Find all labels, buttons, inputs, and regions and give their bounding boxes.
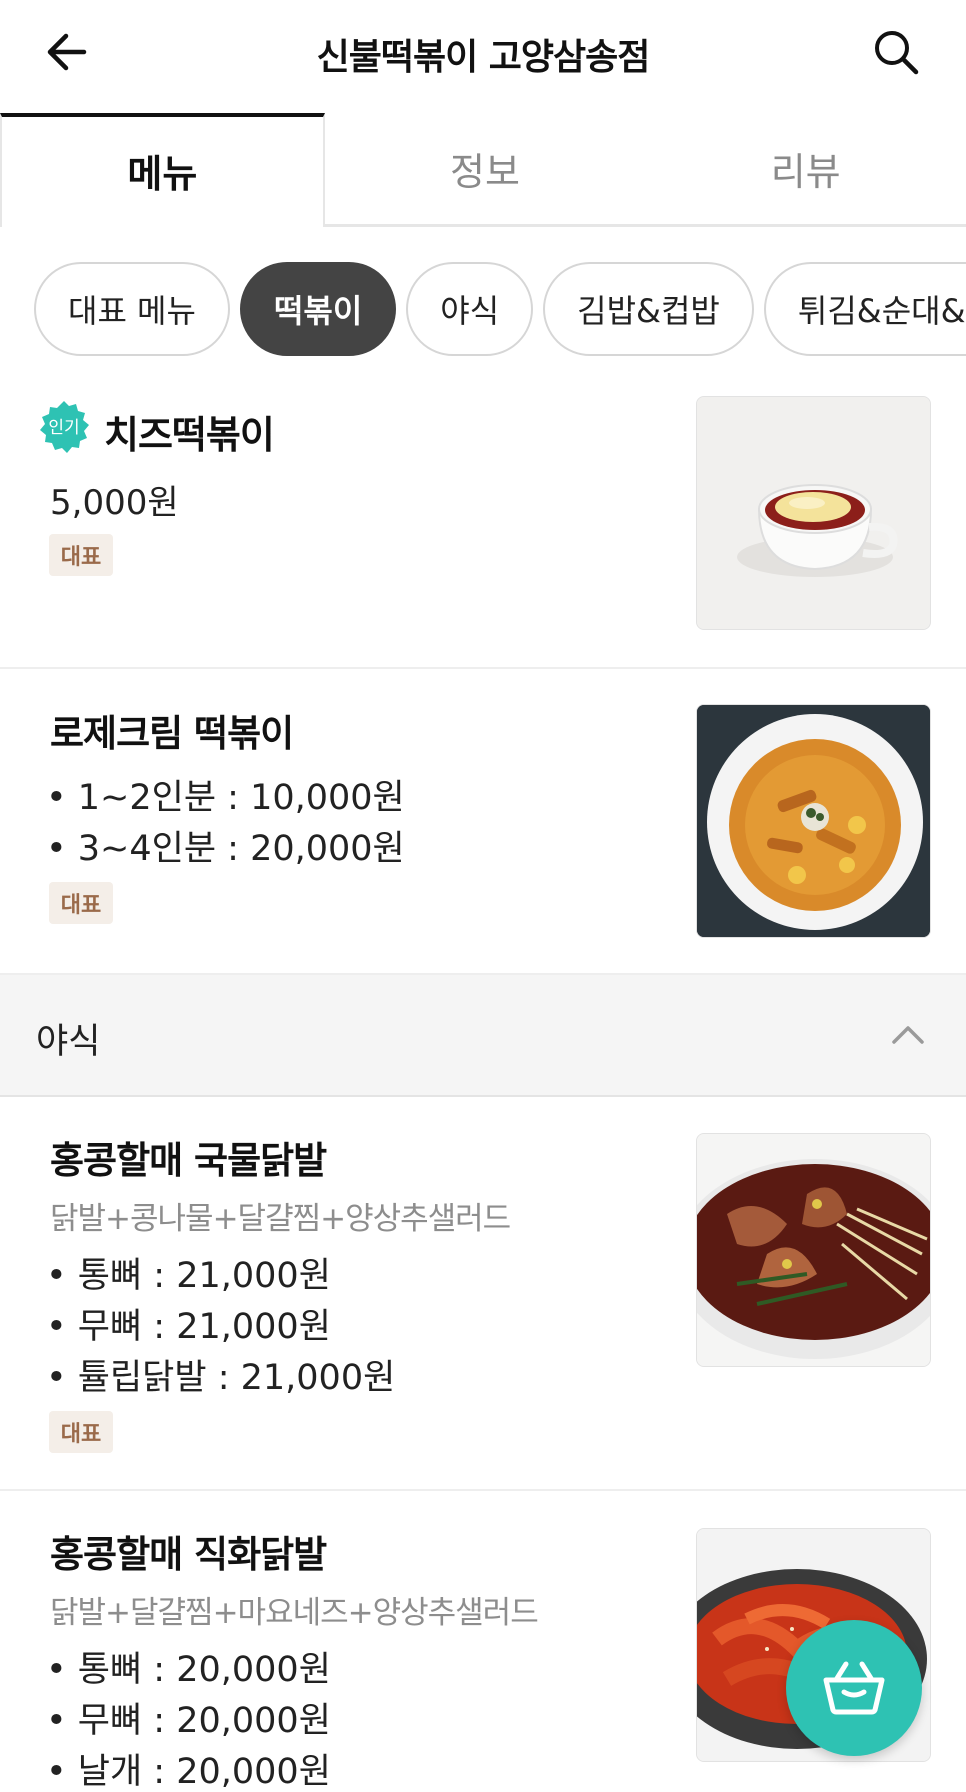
signature-badge: 대표: [49, 882, 113, 924]
signature-badge: 대표: [49, 534, 113, 576]
chip-gimbap-cupbap[interactable]: 김밥&컵밥: [543, 262, 754, 356]
item-name: 로제크림 떡볶이: [50, 712, 294, 755]
item-photo: [696, 396, 931, 630]
item-option: • 무뼈 : 21,000원: [46, 1307, 331, 1347]
item-option: • 튤립닭발 : 21,000원: [46, 1358, 396, 1398]
item-option: • 날개 : 20,000원: [46, 1752, 331, 1792]
section-header-late-night[interactable]: 야식: [0, 975, 966, 1097]
item-option: • 3~4인분 : 20,000원: [46, 829, 405, 869]
popular-badge-icon: 인기: [40, 401, 89, 453]
menu-item[interactable]: 로제크림 떡볶이 • 1~2인분 : 10,000원 • 3~4인분 : 20,…: [0, 669, 966, 975]
item-photo: [696, 1133, 931, 1367]
section-title: 야식: [36, 1022, 101, 1062]
shopping-basket-icon: [823, 1661, 885, 1715]
chevron-up-icon[interactable]: [888, 1015, 928, 1055]
item-price: 5,000원: [50, 483, 179, 523]
chip-late-night[interactable]: 야식: [406, 262, 534, 356]
item-option: • 1~2인분 : 10,000원: [46, 778, 405, 818]
cart-button[interactable]: [786, 1620, 922, 1756]
app-header: 신불떡볶이 고양삼송점: [0, 0, 966, 104]
tab-bar: 메뉴 정보 리뷰: [0, 113, 966, 227]
category-chips: 대표 메뉴 떡볶이 야식 김밥&컵밥 튀김&순대&어묵: [34, 262, 966, 358]
soup-chicken-feet-image: [697, 1134, 930, 1366]
menu-item[interactable]: 인기 치즈떡볶이 5,000원 대표: [0, 375, 966, 669]
item-name: 홍콩할매 직화닭발: [50, 1533, 327, 1576]
chip-tteokbokki[interactable]: 떡볶이: [239, 262, 397, 356]
rose-cream-tteokbokki-image: [697, 705, 930, 937]
tab-reviews[interactable]: 리뷰: [645, 113, 966, 224]
item-description: 닭발+콩나물+달걀찜+양상추샐러드: [50, 1201, 511, 1237]
item-option: • 통뼈 : 21,000원: [46, 1256, 331, 1296]
svg-text:인기: 인기: [48, 418, 79, 438]
store-title: 신불떡볶이 고양삼송점: [316, 37, 651, 78]
search-icon: [875, 31, 919, 75]
item-option: • 무뼈 : 20,000원: [46, 1701, 331, 1741]
signature-badge: 대표: [49, 1411, 113, 1453]
cheese-tteokbokki-image: [697, 397, 930, 629]
item-option: • 통뼈 : 20,000원: [46, 1650, 331, 1690]
tab-menu[interactable]: 메뉴: [0, 113, 325, 227]
tab-info[interactable]: 정보: [325, 113, 646, 224]
menu-item[interactable]: 홍콩할매 국물닭발 닭발+콩나물+달걀찜+양상추샐러드 • 통뼈 : 21,00…: [0, 1097, 966, 1491]
search-button[interactable]: [866, 22, 926, 82]
item-name: 홍콩할매 국물닭발: [50, 1139, 327, 1182]
item-description: 닭발+달걀찜+마요네즈+양상추샐러드: [50, 1595, 539, 1631]
chip-fried-sundae-eomuk[interactable]: 튀김&순대&어묵: [763, 262, 966, 356]
item-photo: [696, 704, 931, 938]
item-name: 치즈떡볶이: [104, 413, 275, 457]
chip-signature-menu[interactable]: 대표 메뉴: [34, 262, 230, 356]
